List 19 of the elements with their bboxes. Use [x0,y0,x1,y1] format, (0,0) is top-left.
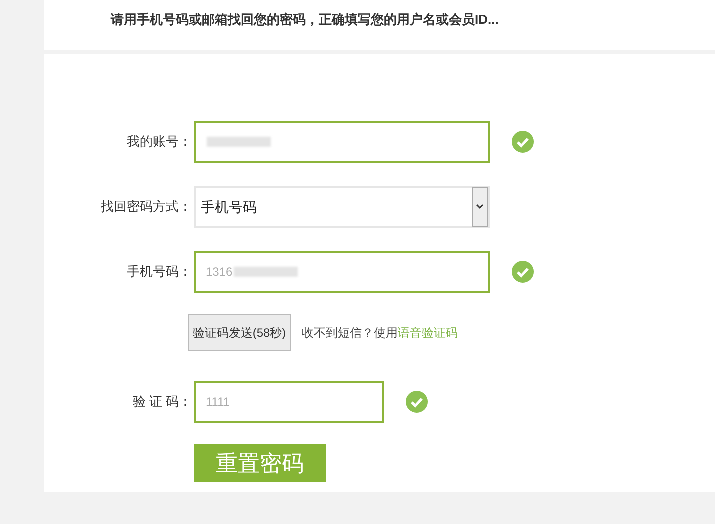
blurred-text [234,267,298,277]
input-field[interactable]: 1111 [194,381,384,423]
send-code-button[interactable]: 验证码发送(58秒) [188,314,291,351]
check-icon [512,261,534,283]
notice-text: 请用手机号码或邮箱找回您的密码，正确填写您的用户名或会员ID... [111,11,499,29]
check-icon [512,131,534,153]
field-label: 验 证 码： [132,394,192,410]
voice-code-link[interactable]: 语音验证码 [398,324,458,342]
field-label: 手机号码： [127,264,192,280]
blurred-text [207,137,271,147]
field-label: 找回密码方式： [101,199,192,214]
reset-password-button[interactable]: 重置密码 [194,444,326,482]
hint-text: 收不到短信？使用 [302,324,398,342]
field-label: 我的账号： [127,134,192,150]
caret-icon [472,187,488,227]
input-field[interactable]: 1316 [194,251,490,293]
method-select[interactable]: 手机号码 [194,186,490,228]
check-icon [406,391,428,413]
input-field[interactable] [194,121,490,163]
